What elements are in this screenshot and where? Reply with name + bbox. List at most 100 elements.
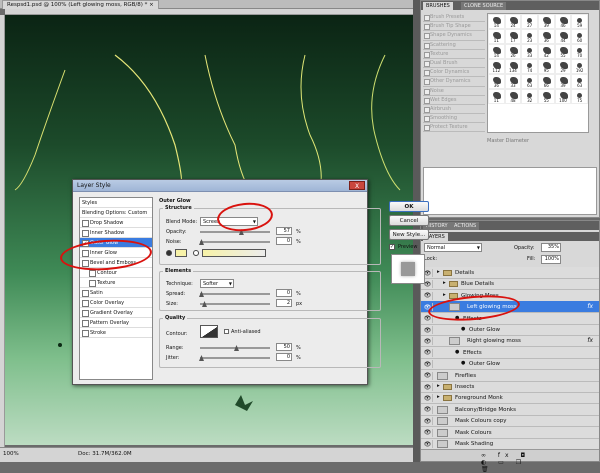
dialog-titlebar[interactable]: Layer Style bbox=[73, 180, 367, 192]
gradient-radio[interactable] bbox=[193, 250, 199, 256]
brush-preset[interactable]: 100 bbox=[554, 89, 572, 104]
jitter-slider-thumb[interactable] bbox=[199, 355, 204, 361]
spread-slider[interactable] bbox=[199, 291, 270, 297]
new-style-button[interactable]: New Style... bbox=[389, 229, 429, 240]
fx-icon[interactable]: fx bbox=[587, 337, 593, 344]
brush-preset[interactable]: 24 bbox=[504, 14, 522, 29]
brush-preset[interactable]: 11 bbox=[488, 29, 505, 44]
brush-preset[interactable]: 42 bbox=[537, 44, 555, 59]
style-item[interactable]: Pattern Overlay bbox=[80, 318, 152, 328]
visibility-eye-icon[interactable]: 👁 bbox=[423, 291, 433, 300]
jitter-input[interactable]: 0 bbox=[276, 353, 292, 361]
style-item[interactable]: Styles bbox=[80, 198, 152, 208]
color-radio[interactable] bbox=[166, 250, 172, 256]
tab-brushes[interactable]: BRUSHES bbox=[423, 2, 453, 10]
visibility-eye-icon[interactable]: 👁 bbox=[423, 326, 433, 334]
style-item[interactable]: Satin bbox=[80, 288, 152, 298]
visibility-eye-icon[interactable]: 👁 bbox=[423, 428, 433, 437]
brush-preset[interactable]: 63 bbox=[571, 74, 588, 89]
brush-preset[interactable]: 55 bbox=[554, 44, 572, 59]
brush-option-1[interactable]: Brush Tip Shape bbox=[423, 22, 485, 32]
brush-preset[interactable]: 192 bbox=[571, 59, 588, 74]
visibility-eye-icon[interactable]: 👁 bbox=[423, 348, 433, 357]
tab-actions[interactable]: ACTIONS bbox=[451, 222, 480, 230]
brush-preset[interactable]: 75 bbox=[571, 89, 588, 104]
brush-option-10[interactable]: Airbrush bbox=[423, 105, 485, 115]
glow-color-swatch[interactable] bbox=[175, 249, 187, 257]
brush-preset[interactable]: 55 bbox=[537, 89, 555, 104]
style-item[interactable]: Texture bbox=[80, 278, 152, 288]
visibility-eye-icon[interactable]: 👁 bbox=[423, 405, 433, 414]
visibility-eye-icon[interactable]: 👁 bbox=[423, 371, 433, 380]
brush-option-8[interactable]: Noise bbox=[423, 87, 485, 96]
noise-slider[interactable] bbox=[199, 239, 270, 245]
visibility-eye-icon[interactable]: 👁 bbox=[423, 337, 433, 346]
expand-arrow-icon[interactable]: ▸ bbox=[443, 292, 446, 298]
layer-row[interactable]: 👁 Right glowing moss fx bbox=[421, 335, 599, 348]
spread-slider-thumb[interactable] bbox=[199, 291, 204, 297]
noise-slider-thumb[interactable] bbox=[199, 239, 204, 245]
size-input[interactable]: 2 bbox=[276, 299, 292, 307]
brush-preset[interactable]: 74 bbox=[521, 59, 538, 74]
visibility-eye-icon[interactable]: 👁 bbox=[423, 383, 433, 391]
brush-preset[interactable]: 66 bbox=[537, 74, 555, 89]
brush-option-9[interactable]: Wet Edges bbox=[423, 96, 485, 105]
brush-preset[interactable]: 17 bbox=[504, 29, 522, 44]
spread-input[interactable]: 0 bbox=[276, 289, 292, 297]
brush-option-5[interactable]: Dual Brush bbox=[423, 59, 485, 69]
zoom-level[interactable]: 100% bbox=[3, 451, 19, 457]
brush-option-12[interactable]: Protect Texture bbox=[423, 123, 485, 133]
brush-preset[interactable]: 60 bbox=[571, 29, 588, 44]
range-slider[interactable] bbox=[200, 345, 270, 351]
brush-option-11[interactable]: Smoothing bbox=[423, 114, 485, 124]
range-input[interactable]: 50 bbox=[276, 343, 292, 351]
opacity-slider[interactable] bbox=[200, 229, 270, 235]
layer-row[interactable]: 👁 ▸ Insects bbox=[421, 381, 599, 393]
expand-arrow-icon[interactable]: ▸ bbox=[437, 269, 440, 275]
fx-icon[interactable]: fx bbox=[587, 303, 593, 310]
style-item[interactable]: Inner Shadow bbox=[80, 228, 152, 238]
layer-row[interactable]: 👁 ▸ Details bbox=[421, 267, 599, 279]
layer-blend-mode-select[interactable]: Normal bbox=[424, 243, 482, 252]
close-tab-icon[interactable]: × bbox=[149, 2, 154, 8]
layers-footer[interactable]: ∞ fx ◘ ◐ ▭ ❐ 🗑 bbox=[421, 449, 599, 473]
noise-input[interactable]: 0 bbox=[276, 237, 292, 245]
visibility-eye-icon[interactable]: 👁 bbox=[423, 360, 433, 369]
brush-preset[interactable]: 11 bbox=[488, 89, 505, 104]
visibility-eye-icon[interactable]: 👁 bbox=[423, 394, 433, 403]
layer-row[interactable]: 👁 ● Outer Glow bbox=[421, 324, 599, 336]
style-item[interactable]: Stroke bbox=[80, 328, 152, 338]
brush-preset[interactable]: 39 bbox=[554, 74, 572, 89]
brush-option-6[interactable]: Color Dynamics bbox=[423, 68, 485, 78]
brush-preset[interactable]: 112 bbox=[488, 59, 505, 74]
layer-row[interactable]: 👁 Mask Colours copy bbox=[421, 415, 599, 428]
brush-preset[interactable]: 95 bbox=[537, 59, 555, 74]
brush-option-2[interactable]: Shape Dynamics bbox=[423, 31, 485, 41]
brush-preset[interactable]: 14 bbox=[488, 14, 505, 29]
style-item[interactable]: Drop Shadow bbox=[80, 218, 152, 228]
visibility-eye-icon[interactable]: 👁 bbox=[423, 417, 433, 426]
brush-preset[interactable]: 70 bbox=[571, 44, 588, 59]
layer-row[interactable]: 👁 Fireflies bbox=[421, 370, 599, 382]
brush-option-3[interactable]: Scattering bbox=[423, 41, 485, 50]
layer-opacity-input[interactable]: 35% bbox=[541, 243, 561, 252]
style-item[interactable]: Gradient Overlay bbox=[80, 308, 152, 318]
brush-preset-grid[interactable]: 14 24 27 39 46 59 11 17 23 36 44 60 14 26 33 42 55 70 112 1… bbox=[487, 13, 589, 133]
size-slider-thumb[interactable] bbox=[202, 301, 207, 307]
ok-button[interactable]: OK bbox=[389, 201, 429, 212]
brush-preset[interactable]: 48 bbox=[504, 89, 522, 104]
glow-gradient-picker[interactable] bbox=[202, 249, 266, 257]
anti-aliased-checkbox[interactable] bbox=[224, 329, 229, 334]
layer-row[interactable]: 👁 Mask Shading bbox=[421, 438, 599, 449]
brush-preset[interactable]: 134 bbox=[504, 59, 522, 74]
brush-option-7[interactable]: Other Dynamics bbox=[423, 77, 485, 87]
opacity-input[interactable]: 57 bbox=[276, 227, 292, 235]
layer-row[interactable]: 👁 ▸ Blue Details bbox=[421, 278, 599, 291]
brush-preset[interactable]: 14 bbox=[488, 44, 505, 59]
brush-preset[interactable]: 27 bbox=[521, 14, 538, 29]
layer-row[interactable]: 👁 ● Outer Glow bbox=[421, 358, 599, 371]
range-slider-thumb[interactable] bbox=[234, 345, 239, 351]
expand-arrow-icon[interactable]: ▸ bbox=[443, 280, 446, 286]
expand-arrow-icon[interactable]: ▸ bbox=[437, 394, 440, 400]
brush-preset[interactable]: 36 bbox=[488, 74, 505, 89]
